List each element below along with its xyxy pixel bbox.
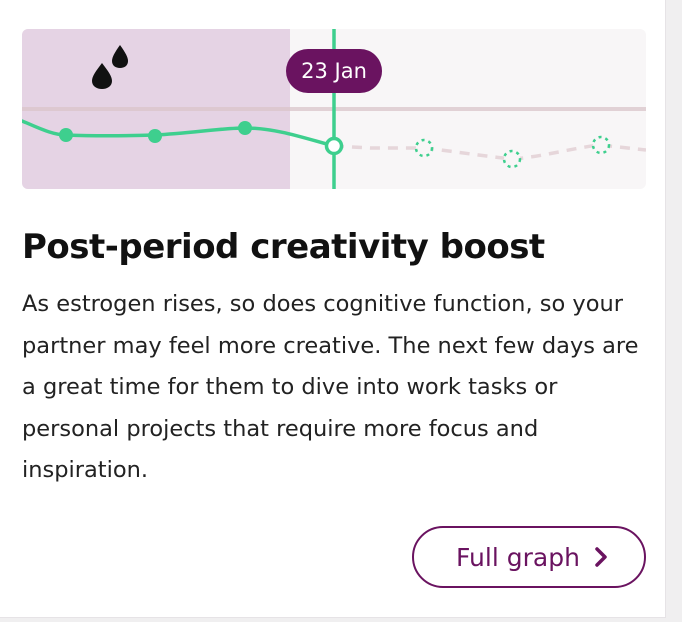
today-point bbox=[324, 136, 344, 156]
full-graph-button[interactable]: Full graph bbox=[412, 526, 646, 588]
cycle-chart-svg: 23 Jan bbox=[22, 29, 646, 189]
insight-body: As estrogen rises, so does cognitive fun… bbox=[22, 291, 639, 483]
full-graph-label: Full graph bbox=[456, 542, 580, 572]
date-label: 23 Jan bbox=[301, 59, 367, 83]
chevron-right-icon bbox=[594, 546, 608, 568]
insight-title: Post-period creativity boost bbox=[22, 227, 545, 267]
past-point bbox=[148, 129, 162, 143]
past-point bbox=[59, 128, 73, 142]
forecast-point bbox=[502, 149, 522, 169]
date-pill: 23 Jan bbox=[286, 49, 382, 93]
past-point bbox=[238, 121, 252, 135]
cycle-mini-chart: 23 Jan bbox=[22, 29, 646, 189]
forecast-point bbox=[414, 138, 434, 158]
insight-card: 23 Jan Post-period creativity boost As e… bbox=[0, 0, 666, 618]
forecast-point bbox=[591, 135, 611, 155]
